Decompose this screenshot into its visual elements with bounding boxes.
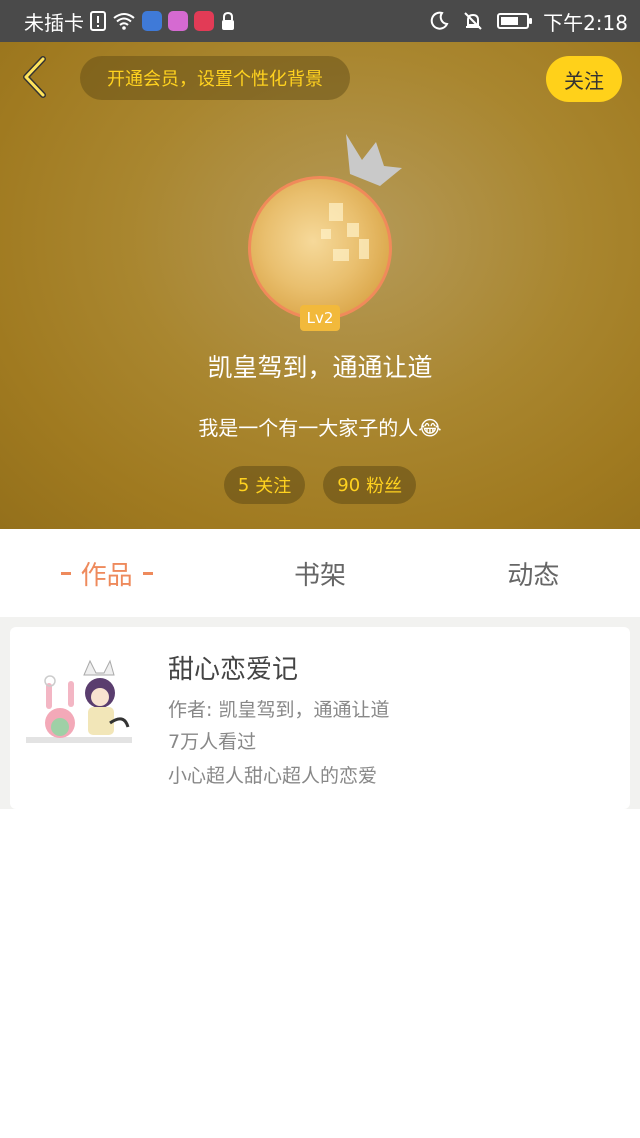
fans-count: 90 (337, 474, 361, 496)
tab-activity[interactable]: 动态 (427, 529, 640, 617)
tab-dash-left (60, 571, 71, 575)
wifi-icon (112, 12, 136, 30)
profile-tabs: 作品 书架 动态 (0, 529, 640, 617)
crown-icon (340, 126, 408, 194)
moon-icon (429, 11, 449, 31)
tab-dash-right (142, 571, 153, 575)
status-left: 未插卡 (24, 7, 429, 36)
tab-works-label: 作品 (80, 560, 133, 591)
vip-banner[interactable]: 开通会员，设置个性化背景 (80, 56, 350, 100)
status-right: 下午2:18 (429, 7, 628, 36)
work-cover-image[interactable] (24, 653, 134, 763)
stats-row: 5 关注 90 粉丝 (0, 466, 640, 504)
bell-off-icon (463, 11, 483, 31)
chevron-left-icon (19, 55, 49, 103)
following-count: 5 (237, 474, 250, 496)
app-icon (168, 11, 188, 31)
tab-works[interactable]: 作品 (0, 529, 213, 617)
bio-text: 我是一个有一大家子的人😂 (198, 416, 442, 440)
sim-alert-icon (90, 11, 106, 31)
following-stat[interactable]: 5 关注 (223, 466, 306, 504)
nickname: 凯皇驾到，通通让道 (207, 353, 433, 382)
status-time: 下午2:18 (543, 10, 628, 35)
following-label: 关注 (255, 476, 292, 497)
tab-bookshelf[interactable]: 书架 (213, 529, 426, 617)
profile-header: 开通会员，设置个性化背景 关注 Lv2 凯皇驾到，通通让道 我是一个有一大家子的… (0, 42, 640, 529)
works-list: 甜心恋爱记 作者: 凯皇驾到，通通让道 7万人看过 小心超人甜心超人的恋爱 (0, 617, 640, 809)
fans-label: 粉丝 (366, 476, 403, 497)
work-summary: 小心超人甜心超人的恋爱 (168, 765, 378, 787)
app-icon (194, 11, 214, 31)
carrier-text: 未插卡 (24, 10, 84, 35)
back-button[interactable] (14, 56, 54, 102)
tab-activity-label: 动态 (507, 560, 560, 591)
follow-button[interactable]: 关注 (546, 56, 622, 102)
status-bar: 未插卡 下午2:18 (0, 0, 640, 42)
baidu-app-icon (142, 11, 162, 31)
lock-icon (220, 11, 236, 31)
work-author: 作者: 凯皇驾到，通通让道 (168, 699, 390, 721)
work-card[interactable]: 甜心恋爱记 作者: 凯皇驾到，通通让道 7万人看过 小心超人甜心超人的恋爱 (10, 627, 630, 809)
work-title: 甜心恋爱记 (168, 655, 299, 685)
battery-icon (497, 13, 533, 29)
level-badge: Lv2 (300, 305, 340, 331)
tab-bookshelf-label: 书架 (293, 560, 346, 591)
fans-stat[interactable]: 90 粉丝 (323, 466, 417, 504)
avatar-container (248, 134, 402, 320)
avatar[interactable] (248, 176, 392, 320)
work-views: 7万人看过 (168, 731, 257, 753)
